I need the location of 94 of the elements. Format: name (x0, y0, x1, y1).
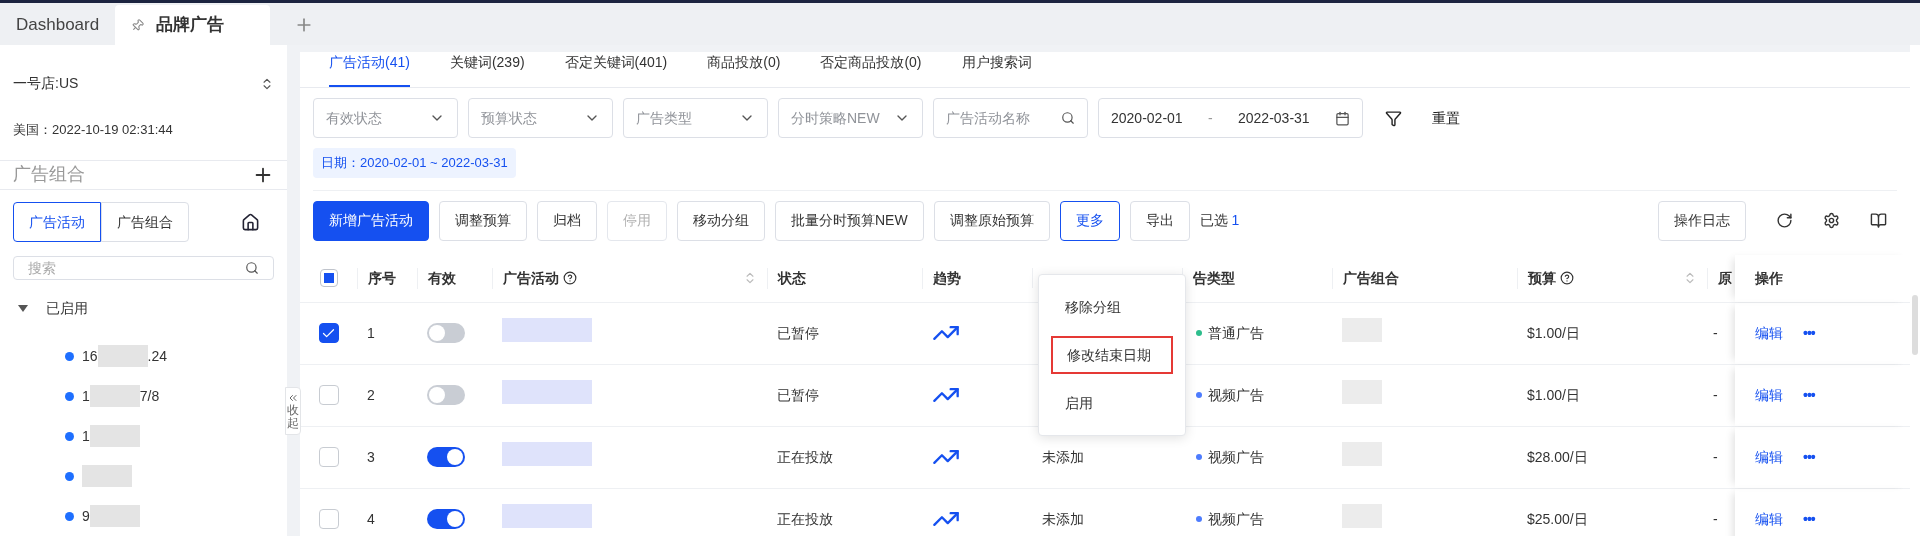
row-checkbox[interactable] (318, 323, 339, 343)
store-name: 一号店:US (13, 74, 79, 93)
section-title: 广告组合 (13, 163, 85, 187)
index-cell: 4 (367, 510, 375, 527)
search-icon (245, 261, 259, 276)
triangle-icon[interactable] (18, 304, 28, 312)
edit-link[interactable]: 编辑 (1755, 322, 1783, 344)
budget-cell: $28.00/日 (1527, 448, 1588, 465)
menu-item[interactable]: 修改结束日期 (1051, 336, 1173, 374)
tree-item[interactable]: 1 7/8 (0, 376, 287, 416)
budget-cell: $1.00/日 (1527, 386, 1580, 403)
toolbar-button[interactable]: 归档 (537, 200, 597, 241)
column-header: 原 (1718, 268, 1732, 288)
budget-cell: $1.00/日 (1527, 324, 1580, 341)
window-tab[interactable]: Dashboard (0, 5, 116, 45)
book-icon[interactable] (1870, 212, 1887, 229)
select-all-checkbox[interactable] (319, 269, 338, 287)
index-cell: 3 (367, 448, 375, 465)
tree-group-label[interactable]: 已启用 (46, 297, 88, 319)
more-actions-button[interactable]: ••• (1803, 508, 1815, 530)
column-header: 序号 (368, 268, 396, 288)
table-cell: 未添加 (1042, 448, 1084, 465)
table-cell: - (1713, 510, 1718, 527)
content-tab[interactable]: 用户搜索词 (961, 52, 1032, 87)
calendar-icon (1335, 110, 1350, 126)
column-header: 状态 (778, 268, 806, 288)
menu-item[interactable]: 移除分组 (1051, 288, 1173, 326)
content-tab[interactable]: 广告活动(41) (329, 52, 410, 87)
column-header: 预算 (1528, 268, 1556, 288)
ad-type-cell-text: 普通广告 (1208, 323, 1264, 343)
range-separator: - (1208, 108, 1213, 128)
column-header: 广告活动 (503, 268, 559, 288)
view-toggle-button[interactable]: 广告组合 (101, 202, 189, 243)
edit-link[interactable]: 编辑 (1755, 446, 1783, 468)
more-actions-button[interactable]: ••• (1803, 446, 1815, 468)
settings-icon[interactable] (1823, 212, 1840, 229)
ad-type-cell-text: 视频广告 (1208, 509, 1264, 529)
content-tab[interactable]: 关键词(239) (449, 52, 525, 87)
status-cell: 已暂停 (777, 324, 819, 341)
toolbar-button[interactable]: 更多 (1059, 200, 1120, 241)
local-time: 美国：2022-10-19 02:31:44 (12, 121, 174, 139)
column-header: 有效 (428, 268, 456, 288)
menu-item[interactable]: 启用 (1051, 384, 1173, 422)
status-cell: 正在投放 (777, 510, 833, 527)
search-icon (1061, 111, 1075, 125)
budget-cell: $25.00/日 (1527, 510, 1588, 527)
start-date: 2020-02-01 (1111, 108, 1183, 128)
toolbar-button[interactable]: 新增广告活动 (313, 200, 429, 241)
tree-item[interactable]: 9 (0, 496, 287, 536)
toggle-switch[interactable] (427, 509, 465, 529)
edit-link[interactable]: 编辑 (1755, 508, 1783, 530)
toolbar-button[interactable]: 调整预算 (439, 200, 527, 241)
ad-type-cell-text: 视频广告 (1208, 447, 1264, 467)
ad-type-cell-text: 视频广告 (1208, 385, 1264, 405)
window-tab[interactable]: 品牌广告 (115, 5, 271, 45)
column-header: 告类型 (1193, 268, 1235, 288)
table-cell: - (1713, 386, 1718, 403)
date-filter-tag: 日期：2020-02-01 ~ 2022-03-31 (313, 148, 516, 178)
content-tab[interactable]: 否定关键词(401) (564, 52, 668, 87)
toolbar-button[interactable]: 批量分时预算NEW (775, 200, 924, 241)
table-cell: - (1713, 324, 1718, 341)
toggle-switch[interactable] (427, 323, 465, 343)
operation-log-button[interactable]: 操作日志 (1658, 200, 1746, 241)
table-cell: - (1713, 448, 1718, 465)
tree-item[interactable]: 16 .24 (0, 336, 287, 376)
collapse-handle[interactable]: 收起 (285, 387, 301, 436)
toggle-switch[interactable] (427, 385, 465, 405)
tree-item[interactable]: 1 (0, 416, 287, 456)
toolbar-button[interactable]: 移动分组 (677, 200, 765, 241)
content-tab[interactable]: 否定商品投放(0) (820, 52, 922, 87)
table-cell: 未添加 (1042, 510, 1084, 527)
date-range-field[interactable]: 2020-02-01 - 2022-03-31 (1098, 98, 1363, 138)
status-cell: 已暂停 (777, 386, 819, 403)
more-actions-button[interactable]: ••• (1803, 384, 1815, 406)
toolbar-button[interactable]: 导出 (1129, 200, 1190, 241)
content-tab[interactable]: 商品投放(0) (707, 52, 781, 87)
edit-link[interactable]: 编辑 (1755, 384, 1783, 406)
double-chevron-left-icon (287, 392, 299, 404)
column-header: 操作 (1755, 268, 1783, 288)
column-header: 趋势 (933, 268, 961, 288)
filter-icon[interactable] (1385, 109, 1402, 127)
index-cell: 2 (367, 386, 375, 403)
selected-label: 已选 1 (1199, 211, 1240, 230)
reset-link[interactable]: 重置 (1432, 107, 1460, 129)
end-date: 2022-03-31 (1238, 108, 1310, 128)
refresh-icon[interactable] (1776, 212, 1793, 229)
index-cell: 1 (367, 324, 375, 341)
home-icon[interactable] (241, 212, 260, 232)
toggle-switch[interactable] (427, 447, 465, 467)
view-toggle-button[interactable]: 广告活动 (13, 202, 101, 243)
status-cell: 正在投放 (777, 448, 833, 465)
column-header: 广告组合 (1343, 268, 1399, 288)
toolbar-button[interactable]: 调整原始预算 (933, 200, 1050, 241)
more-actions-button[interactable]: ••• (1803, 322, 1815, 344)
